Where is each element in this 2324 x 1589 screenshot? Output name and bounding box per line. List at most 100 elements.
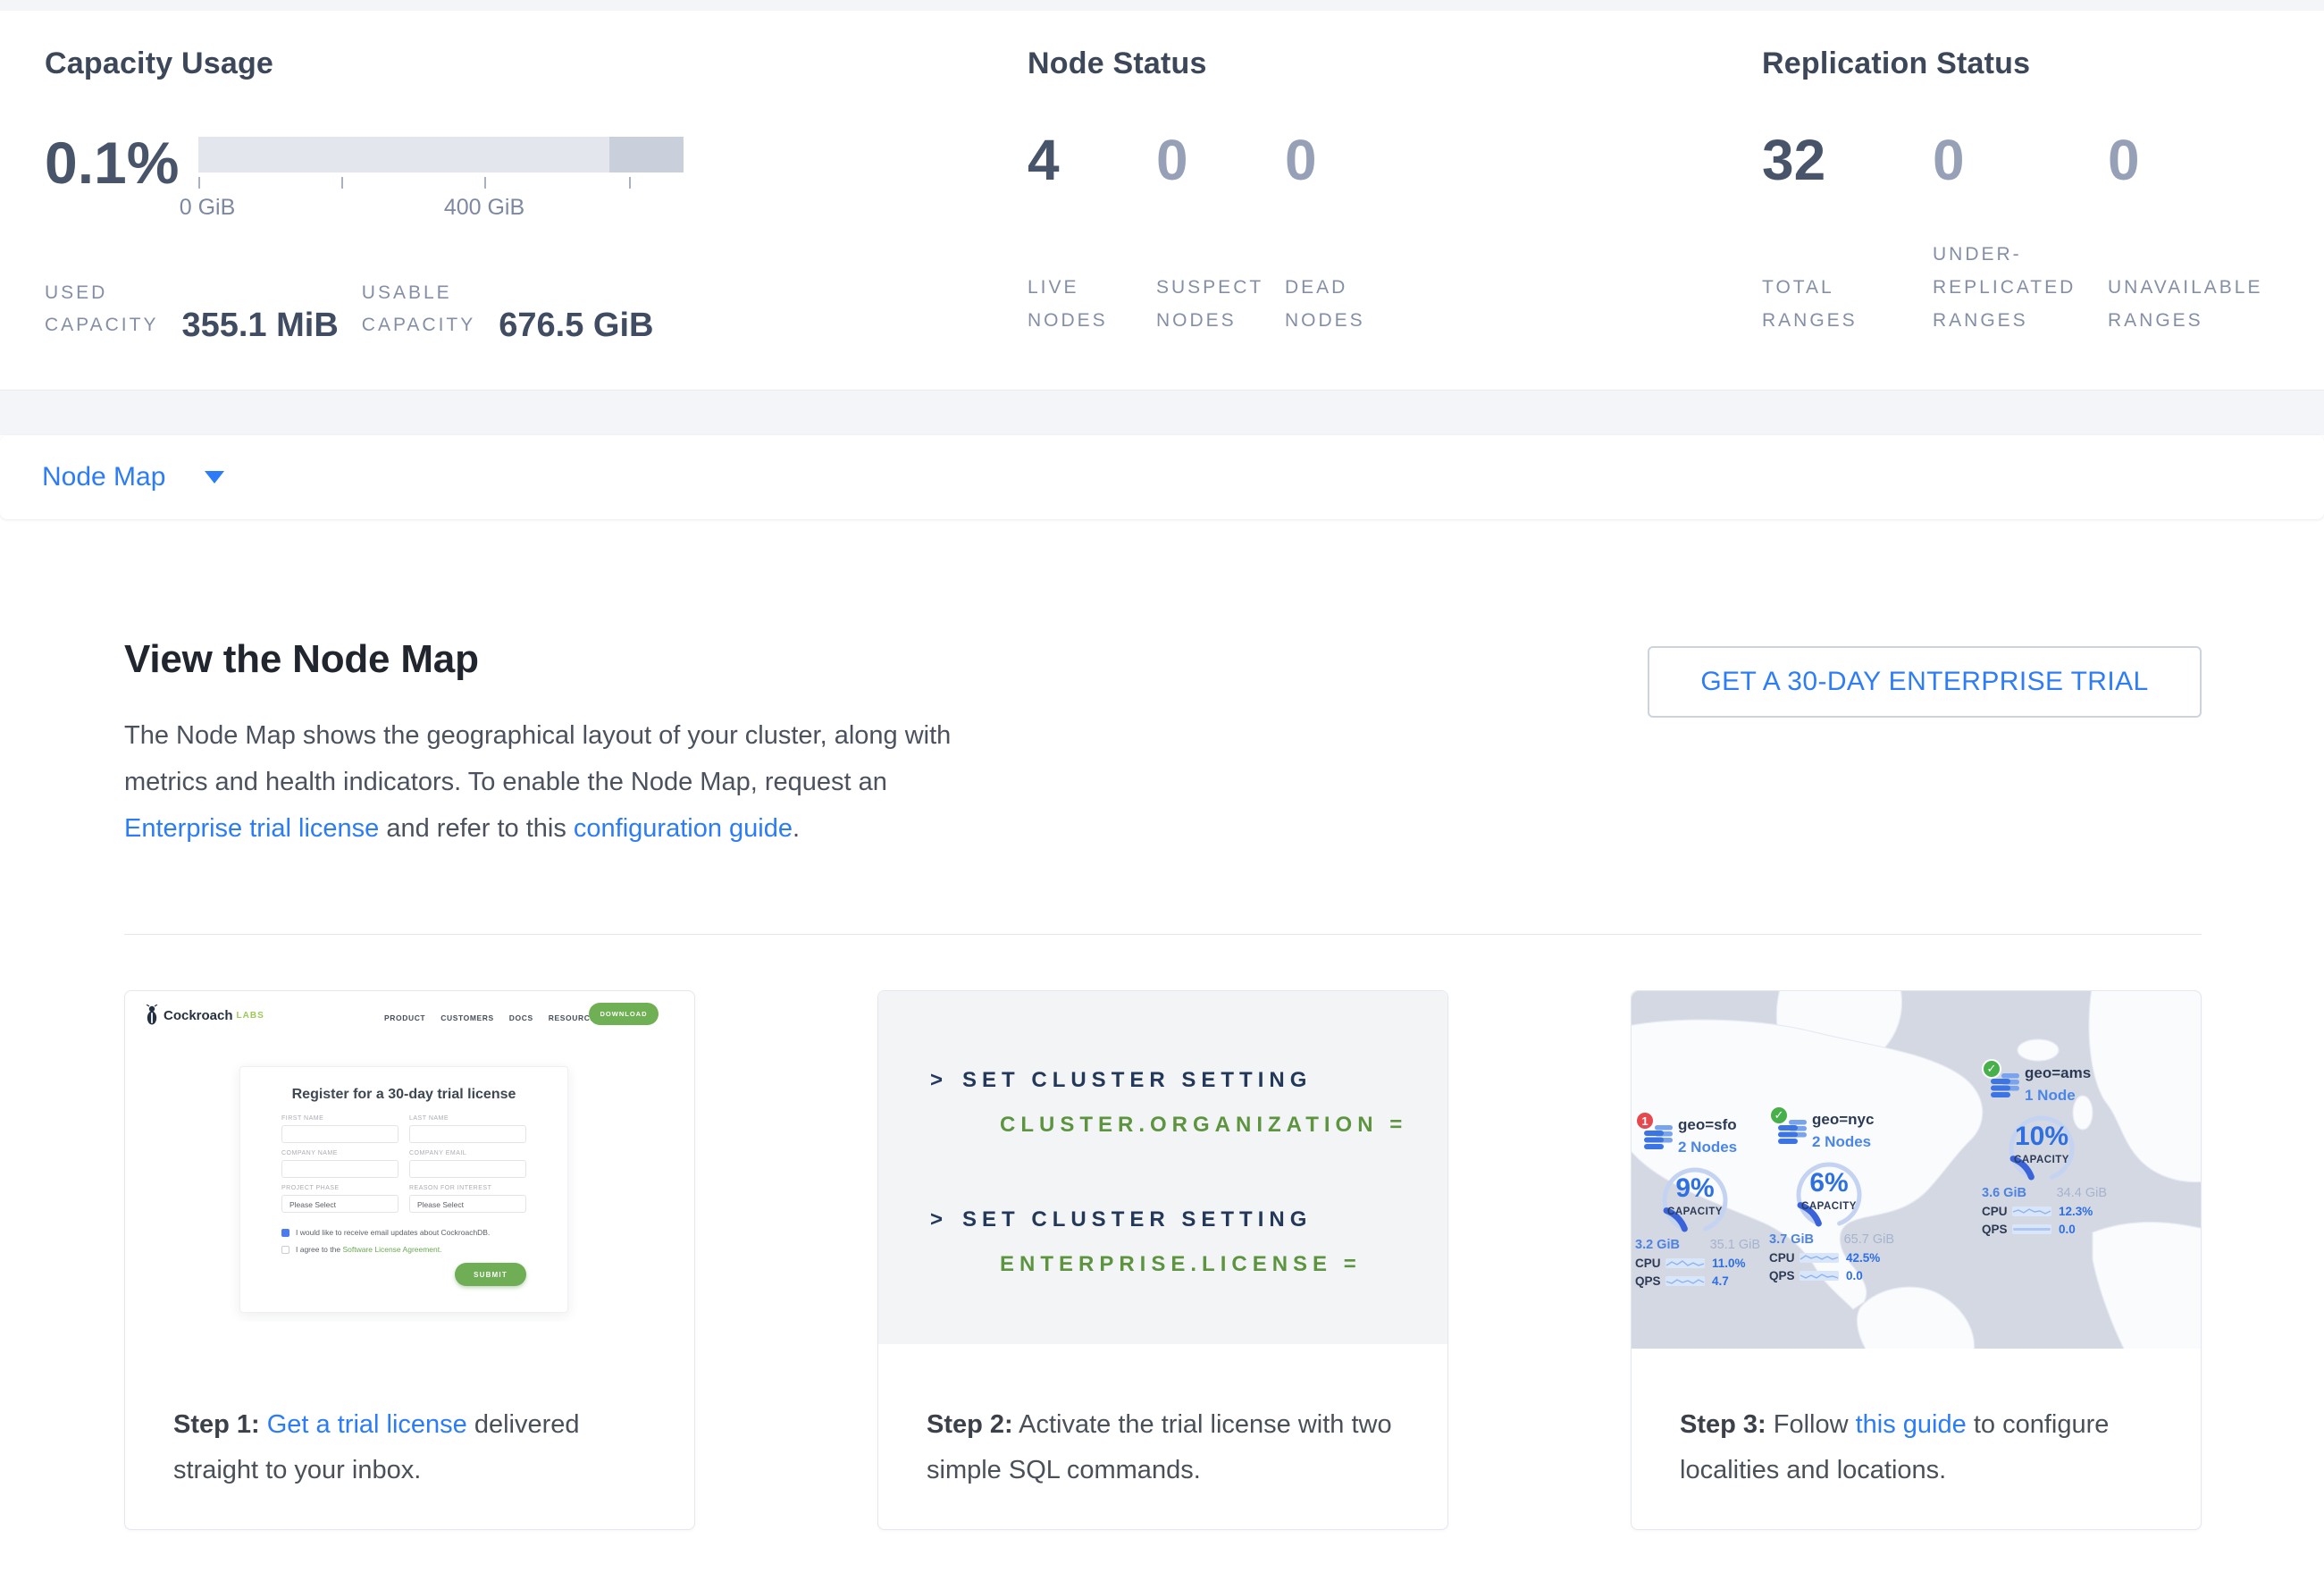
mini-license-agreement-link: Software License Agreement.: [342, 1245, 441, 1254]
page-top-margin: [0, 0, 2324, 11]
checkbox-unchecked-icon: [281, 1246, 289, 1254]
total-ranges-stat: 32 TOTAL RANGES: [1762, 128, 1933, 337]
live-nodes-label: LIVE NODES: [1028, 271, 1156, 337]
capacity-total: 65.7 GiB: [1844, 1232, 1894, 1247]
mini-checkbox-email-updates: I would like to receive email updates ab…: [281, 1228, 526, 1237]
step3-card: 1 geo=sfo 2 Nodes 9%: [1631, 990, 2202, 1530]
mini-select: Please Select: [409, 1195, 526, 1213]
step1-card: Cockroach LABS PRODUCT CUSTOMERS DOCS RE…: [124, 990, 695, 1530]
capacity-percent: 10%: [1993, 1122, 2091, 1152]
axis-tick: [341, 177, 343, 189]
qps-row: QPS 0.0: [1982, 1223, 2137, 1236]
get-trial-license-link[interactable]: Get a trial license: [267, 1410, 467, 1439]
suspect-nodes-label: SUSPECT NODES: [1156, 271, 1285, 337]
qps-row: QPS 0.0: [1769, 1269, 1925, 1282]
sql-setting-name: ENTERPRISE.LICENSE =: [1000, 1252, 1447, 1277]
unavailable-ranges-value: 0: [2108, 128, 2283, 192]
intro-paragraph: The Node Map shows the geographical layo…: [124, 712, 969, 852]
usable-capacity-value: 676.5 GiB: [499, 307, 653, 345]
qps-value: 0.0: [2059, 1223, 2076, 1236]
cpu-sparkline: [1665, 1258, 1705, 1268]
cockroach-labs-logo: Cockroach LABS: [145, 1005, 264, 1026]
mini-field-first-name: FIRST NAME: [281, 1115, 399, 1143]
step2-caption: Step 2: Activate the trial license with …: [927, 1402, 1421, 1493]
node-map-promo-section: View the Node Map The Node Map shows the…: [0, 519, 2324, 1530]
cluster-summary-bar: Capacity Usage 0.1% 0 GiB 400 GiB: [0, 11, 2324, 391]
mini-field-reason-for-interest: REASON FOR INTEREST Please Select: [409, 1185, 526, 1213]
configuration-guide-link[interactable]: configuration guide: [574, 814, 793, 843]
registration-page-preview-image: Cockroach LABS PRODUCT CUSTOMERS DOCS RE…: [125, 991, 694, 1322]
axis-tick: [484, 177, 486, 189]
qps-value: 0.0: [1846, 1269, 1863, 1282]
locality-name: geo=ams: [2025, 1064, 2137, 1082]
mini-download-button: DOWNLOAD: [589, 1003, 659, 1025]
usable-capacity-label: USABLE CAPACITY: [362, 277, 475, 341]
mini-input: [409, 1125, 526, 1143]
intro-text: and refer to this: [379, 814, 574, 843]
under-replicated-ranges-stat: 0 UNDER- REPLICATED RANGES: [1933, 128, 2108, 337]
dead-nodes-label: DEAD NODES: [1285, 271, 1414, 337]
step3-caption: Step 3: Follow this guide to configure l…: [1680, 1402, 2174, 1493]
qps-sparkline: [1665, 1276, 1705, 1286]
mini-checkbox-license-agreement: I agree to the Software License Agreemen…: [281, 1245, 526, 1254]
node-status-section: Node Status 4 LIVE NODES 0 SUSPECT NODES…: [1028, 46, 1414, 337]
sql-prompt: >: [930, 1068, 948, 1092]
sql-command: SET CLUSTER SETTING: [962, 1207, 1312, 1232]
cpu-row: CPU 12.3%: [1982, 1205, 2137, 1218]
capacity-percent: 6%: [1780, 1168, 1878, 1198]
capacity-caption: CAPACITY: [1993, 1155, 2091, 1165]
sql-commands-preview: >SET CLUSTER SETTING CLUSTER.ORGANIZATIO…: [878, 991, 1447, 1344]
dead-nodes-value: 0: [1285, 128, 1414, 192]
qps-row: QPS 4.7: [1635, 1274, 1791, 1288]
capacity-usage-section: Capacity Usage 0.1% 0 GiB 400 GiB: [45, 46, 684, 341]
live-nodes-stat: 4 LIVE NODES: [1028, 128, 1156, 337]
page-title: View the Node Map: [124, 637, 969, 682]
node-status-title: Node Status: [1028, 46, 1414, 81]
cpu-value: 42.5%: [1846, 1251, 1880, 1265]
mini-field-last-name: LAST NAME: [409, 1115, 526, 1143]
axis-tick: [629, 177, 631, 189]
used-capacity-stat: USED CAPACITY 355.1 MiB: [45, 277, 339, 341]
map-node-ams: ✓ geo=ams 1 Node 10%: [1985, 1064, 2137, 1236]
healthy-badge-icon: ✓: [1769, 1106, 1789, 1125]
cpu-value: 12.3%: [2059, 1205, 2093, 1218]
capacity-total: 35.1 GiB: [1710, 1238, 1760, 1252]
this-guide-link[interactable]: this guide: [1856, 1410, 1967, 1439]
mini-select: Please Select: [281, 1195, 399, 1213]
step1-label: Step 1:: [173, 1410, 260, 1439]
cpu-value: 11.0%: [1712, 1257, 1746, 1270]
node-map-dropdown-label[interactable]: Node Map: [42, 462, 165, 492]
qps-sparkline: [2012, 1224, 2051, 1234]
step2-label: Step 2:: [927, 1410, 1013, 1439]
mini-registration-form: Register for a 30-day trial license FIRS…: [239, 1066, 568, 1313]
mini-input: [409, 1160, 526, 1178]
capacity-bar-chart: 0 GiB 400 GiB: [198, 137, 684, 222]
capacity-used: 3.2 GiB: [1635, 1238, 1680, 1252]
capacity-percent: 9%: [1646, 1173, 1744, 1204]
unavailable-ranges-stat: 0 UNAVAILABLE RANGES: [2108, 128, 2283, 337]
alert-badge-icon: 1: [1635, 1111, 1655, 1131]
suspect-nodes-stat: 0 SUSPECT NODES: [1156, 128, 1285, 337]
mini-field-company-email: COMPANY EMAIL: [409, 1150, 526, 1178]
mini-nav-item: DOCS: [509, 1013, 533, 1022]
axis-tick-label: 0 GiB: [180, 195, 236, 221]
locality-name: geo=nyc: [1812, 1111, 1925, 1129]
get-enterprise-trial-button[interactable]: GET A 30-DAY ENTERPRISE TRIAL: [1648, 646, 2202, 718]
mini-submit-button: SUBMIT: [455, 1263, 526, 1286]
enterprise-trial-license-link[interactable]: Enterprise trial license: [124, 814, 379, 843]
dead-nodes-stat: 0 DEAD NODES: [1285, 128, 1414, 337]
capacity-caption: CAPACITY: [1646, 1206, 1744, 1217]
chevron-down-icon[interactable]: [205, 471, 224, 483]
section-divider: [124, 934, 2202, 935]
mini-input: [281, 1160, 399, 1178]
map-node-nyc: ✓ geo=nyc 2 Nodes 6%: [1773, 1111, 1925, 1282]
used-capacity-value: 355.1 MiB: [181, 307, 338, 345]
node-map-preview-image: 1 geo=sfo 2 Nodes 9%: [1632, 991, 2201, 1349]
map-node-sfo: 1 geo=sfo 2 Nodes 9%: [1639, 1116, 1791, 1288]
live-nodes-value: 4: [1028, 128, 1156, 192]
brand-suffix: LABS: [237, 1011, 264, 1021]
cpu-row: CPU 11.0%: [1635, 1257, 1791, 1270]
mini-nav-item: PRODUCT: [384, 1013, 425, 1022]
node-map-dropdown[interactable]: Node Map: [0, 435, 2324, 519]
sql-command: SET CLUSTER SETTING: [962, 1068, 1312, 1092]
